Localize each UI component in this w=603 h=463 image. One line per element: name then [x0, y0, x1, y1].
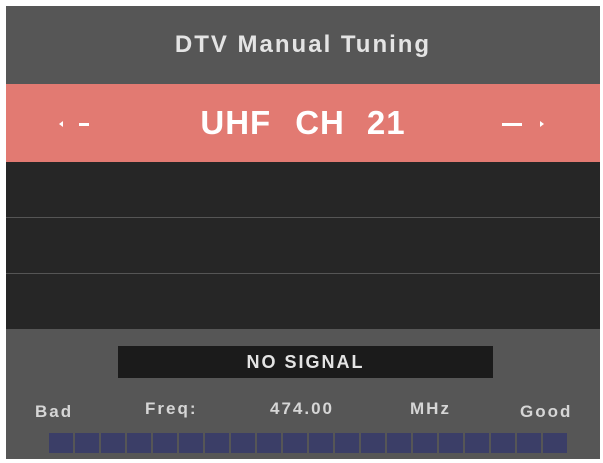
frequency-unit: MHz [410, 399, 451, 418]
meter-segment [127, 433, 151, 453]
channel-number: 21 [366, 104, 406, 141]
meter-segment [205, 433, 229, 453]
channel-next-button[interactable] [502, 110, 544, 138]
tuning-dialog: DTV Manual Tuning UHF CH 21 NO SIGNAL Ba… [6, 6, 600, 459]
channel-band: UHF [200, 104, 272, 141]
meter-segment [543, 433, 567, 453]
meter-segment [283, 433, 307, 453]
meter-segment [465, 433, 489, 453]
info-row [6, 274, 600, 329]
arrow-left-icon [59, 121, 63, 127]
meter-segment [49, 433, 73, 453]
meter-segment [335, 433, 359, 453]
signal-status-box: NO SIGNAL [118, 346, 493, 378]
meter-segment [179, 433, 203, 453]
channel-selector-row[interactable]: UHF CH 21 [6, 84, 600, 162]
signal-strength-meter [49, 433, 569, 453]
meter-segment [361, 433, 385, 453]
info-row [6, 218, 600, 273]
channel-prefix: CH [295, 104, 345, 141]
meter-segment [413, 433, 437, 453]
meter-segment [439, 433, 463, 453]
meter-segment [257, 433, 281, 453]
page-title: DTV Manual Tuning [174, 31, 432, 58]
meter-segment [231, 433, 255, 453]
meter-segment [75, 433, 99, 453]
meter-good-label: Good [520, 402, 573, 421]
info-row [6, 162, 600, 217]
dash-left-icon [79, 122, 89, 126]
frequency-value: 474.00 [270, 399, 334, 418]
title-bar: DTV Manual Tuning [6, 6, 600, 84]
frequency-label: Freq: [145, 399, 198, 418]
dash-right-icon [502, 122, 522, 126]
meter-segment [387, 433, 411, 453]
arrow-right-icon [540, 121, 544, 127]
channel-previous-button[interactable] [59, 110, 89, 138]
signal-status-panel: NO SIGNAL Bad Freq: 474.00 MHz Good [6, 329, 600, 459]
meter-segment [101, 433, 125, 453]
meter-segment [309, 433, 333, 453]
meter-segment [491, 433, 515, 453]
meter-segment [153, 433, 177, 453]
meter-segment [517, 433, 541, 453]
meter-bad-label: Bad [35, 402, 74, 421]
signal-status-text: NO SIGNAL [246, 351, 365, 372]
